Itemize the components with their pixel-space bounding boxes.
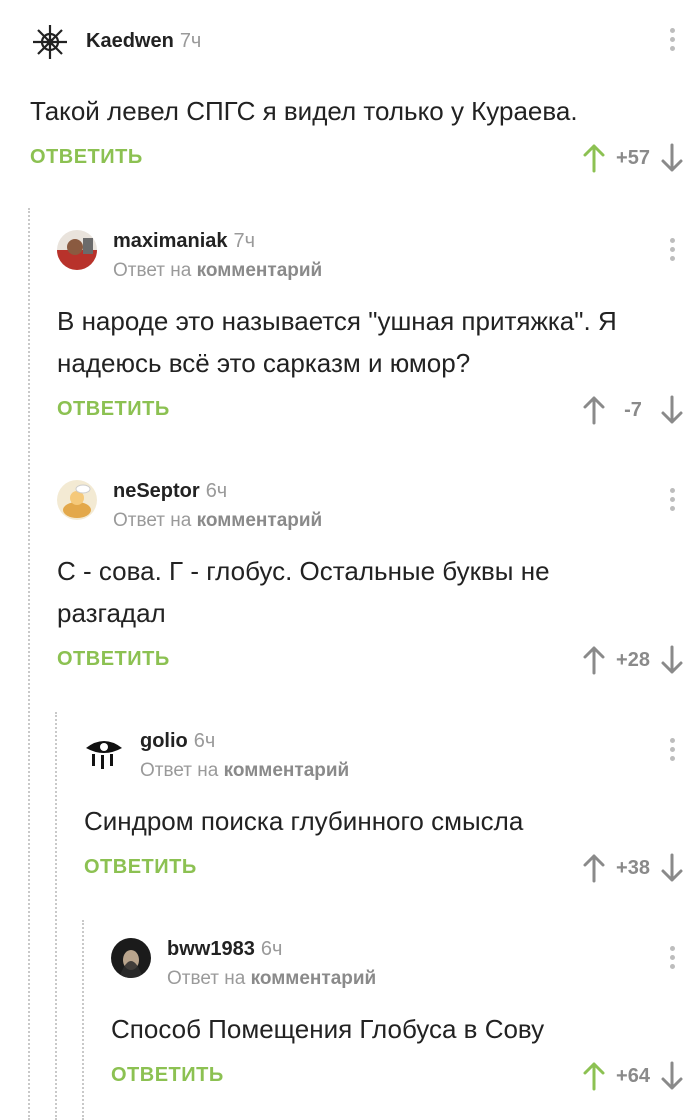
comment-golio: golio 6ч Ответ на комментарий Синдром пои… [84,720,700,910]
author-label[interactable]: bww1983 [167,938,255,960]
author-name[interactable]: golio 6ч [140,730,215,753]
author-label[interactable]: neSeptor [113,480,200,502]
user-photo-avatar[interactable] [57,230,97,270]
arrow-down-icon[interactable] [660,143,684,173]
comment-text: Синдром поиска глубинного смысла [84,806,524,836]
arrow-up-icon[interactable] [582,395,606,425]
arrow-up-icon[interactable] [582,645,606,675]
arrow-up-icon[interactable] [582,853,606,883]
star-emblem-avatar[interactable] [30,22,70,62]
more-options-icon[interactable] [670,488,676,515]
comment-bww1983: bww1983 6ч Ответ на комментарий Способ По… [111,928,700,1118]
rating-value: +64 [616,1064,650,1087]
arrow-down-icon[interactable] [660,645,684,675]
rating-value: +38 [616,856,650,879]
thread-line-level2 [55,712,57,1120]
thread-line-level1 [28,208,30,1120]
arrow-down-icon[interactable] [660,853,684,883]
dark-portrait-avatar[interactable] [111,938,151,978]
arrow-down-icon[interactable] [660,395,684,425]
vote-controls: +64 [582,1060,684,1092]
thread-line-level3 [82,920,84,1120]
comment-time: 6ч [193,730,216,752]
reply-to-prefix: Ответ на [140,760,219,781]
reply-button[interactable]: ОТВЕТИТЬ [111,1064,224,1087]
cartoon-avatar[interactable] [57,480,97,520]
vote-controls: +38 [582,852,684,884]
reply-to-line: Ответ на комментарий [113,510,322,532]
reply-to-line: Ответ на комментарий [167,968,376,990]
reply-to-line: Ответ на комментарий [113,260,322,282]
author-name[interactable]: maximaniak 7ч [113,230,255,253]
comment-text: Способ Помещения Глобуса в Сову [111,1014,545,1044]
reply-to-prefix: Ответ на [113,510,192,531]
author-name[interactable]: Kaedwen 7ч [86,30,201,53]
reply-to-prefix: Ответ на [113,260,192,281]
vote-controls: -7 [582,394,684,426]
reply-to-link[interactable]: комментарий [251,968,377,989]
more-options-icon[interactable] [670,28,676,55]
comment-text: С - сова. Г - глобус. Остальные буквы не… [57,556,550,628]
reply-to-prefix: Ответ на [167,968,246,989]
vote-controls: +57 [582,142,684,174]
comment-text: В народе это называется "ушная притяжка"… [57,306,617,378]
reply-button[interactable]: ОТВЕТИТЬ [57,398,170,421]
rating-value: -7 [624,398,642,421]
author-name[interactable]: bww1983 6ч [167,938,282,961]
comment-maximaniak: maximaniak 7ч Ответ на комментарий В наро… [57,220,700,440]
reply-button[interactable]: ОТВЕТИТЬ [30,146,143,169]
rating-value: +28 [616,648,650,671]
author-name[interactable]: neSeptor 6ч [113,480,227,503]
reply-to-link[interactable]: комментарий [197,510,323,531]
author-label[interactable]: Kaedwen [86,30,174,52]
author-label[interactable]: golio [140,730,188,752]
more-options-icon[interactable] [670,946,676,973]
comment-time: 7ч [179,30,202,52]
comment-kaedwen: Kaedwen 7ч Такой левел СПГС я видел тольк… [30,0,700,200]
comment-text: Такой левел СПГС я видел только у Кураев… [30,96,578,126]
arrow-up-icon[interactable] [582,143,606,173]
reply-button[interactable]: ОТВЕТИТЬ [84,856,197,879]
comment-time: 6ч [260,938,283,960]
more-options-icon[interactable] [670,738,676,765]
arrow-up-icon[interactable] [582,1061,606,1091]
reply-button[interactable]: ОТВЕТИТЬ [57,648,170,671]
vote-controls: +28 [582,644,684,676]
reply-to-line: Ответ на комментарий [140,760,349,782]
comment-neseptor: neSeptor 6ч Ответ на комментарий С - сова… [57,470,700,690]
rating-value: +57 [616,146,650,169]
author-label[interactable]: maximaniak [113,230,228,252]
reply-to-link[interactable]: комментарий [224,760,350,781]
arrow-down-icon[interactable] [660,1061,684,1091]
comment-time: 6ч [205,480,228,502]
comment-time: 7ч [233,230,256,252]
more-options-icon[interactable] [670,238,676,265]
eye-emblem-avatar[interactable] [84,730,124,770]
reply-to-link[interactable]: комментарий [197,260,323,281]
